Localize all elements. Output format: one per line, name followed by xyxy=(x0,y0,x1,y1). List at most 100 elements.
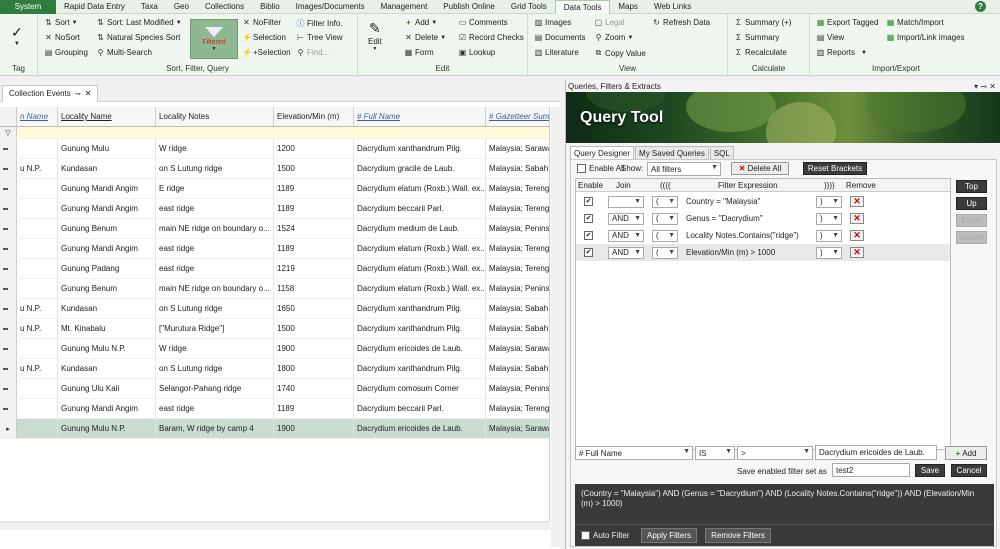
table-cell[interactable]: 1740 xyxy=(274,379,354,398)
table-cell[interactable]: Gunung Benum xyxy=(58,219,156,238)
table-cell[interactable]: Malaysia; Sabah; xyxy=(486,159,549,178)
table-cell[interactable] xyxy=(17,379,58,398)
refresh-data-button[interactable]: ↻ Refresh Data xyxy=(652,18,710,27)
table-cell[interactable]: 1500 xyxy=(274,319,354,338)
table-cell[interactable]: W ridge xyxy=(156,139,274,158)
table-cell[interactable]: Gunung Padang xyxy=(58,259,156,278)
table-cell[interactable]: Malaysia; Sabah; xyxy=(486,319,549,338)
show-filter-select[interactable]: All filters ▼ xyxy=(647,162,721,176)
table-cell[interactable]: Malaysia; Tereng xyxy=(486,239,549,258)
save-button[interactable]: Save xyxy=(915,464,945,477)
filter-expression[interactable]: Elevation/Min (m) > 1000 xyxy=(686,244,775,261)
field-select[interactable]: # Full Name ▼ xyxy=(575,446,693,460)
table-row[interactable]: Gunung Mandi Angim east ridge 1189 Dacrydiu… xyxy=(0,239,549,259)
table-cell[interactable]: Dacrydium gracile de Laub. xyxy=(354,159,486,178)
table-cell[interactable]: Gunung Ulu Kali xyxy=(58,379,156,398)
table-cell[interactable]: Baram, W ridge by camp 4 xyxy=(156,419,274,438)
table-cell[interactable]: 1650 xyxy=(274,299,354,318)
column-header[interactable]: Locality Notes xyxy=(156,107,274,126)
documents-button[interactable]: ▤ Documents xyxy=(534,33,586,42)
nosort-button[interactable]: ✕ NoSort xyxy=(44,33,80,42)
table-cell[interactable]: 1900 xyxy=(274,419,354,438)
tab-collection-events[interactable]: Collection Events ⊸ ✕ xyxy=(2,85,99,102)
table-cell[interactable]: Dacrydium xanthandrum Pilg. xyxy=(354,139,486,158)
enable-all-toggle[interactable]: Enable All xyxy=(577,164,625,173)
remove-filter-icon[interactable]: ✕ xyxy=(850,230,864,241)
filter-expression[interactable]: Locality Notes.Contains("ridge") xyxy=(686,227,799,244)
filter-row[interactable]: ✔ AND ▼ (▼ Genus = "Dacrydium") ▼ ✕ xyxy=(576,210,950,227)
form-button[interactable]: ▦ Form xyxy=(404,48,434,57)
table-cell[interactable]: Gunung Benum xyxy=(58,279,156,298)
move-up-button[interactable]: Up xyxy=(956,197,987,210)
summary-plus-button[interactable]: Σ Summary (+) xyxy=(734,18,791,27)
table-cell[interactable]: on S Lutung ridge xyxy=(156,159,274,178)
plus-selection-button[interactable]: ⚡ +Selection xyxy=(242,48,291,57)
table-cell[interactable]: Dacrydium xanthandrum Pilg. xyxy=(354,299,486,318)
images-button[interactable]: ▨ Images xyxy=(534,18,572,27)
filter-row[interactable]: ✔ AND ▼ (▼ Elevation/Min (m) > 1000) ▼ ✕ xyxy=(576,244,950,261)
open-bracket-select[interactable]: (▼ xyxy=(652,229,678,242)
table-cell[interactable]: 1524 xyxy=(274,219,354,238)
table-cell[interactable]: u N.P. xyxy=(17,159,58,178)
edit-button[interactable]: ✎ Edit ▼ xyxy=(368,20,382,52)
table-row[interactable]: Gunung Mandi Angim east ridge 1189 Dacrydiu… xyxy=(0,199,549,219)
row-indicator[interactable] xyxy=(0,199,17,218)
row-indicator[interactable] xyxy=(0,299,17,318)
table-cell[interactable] xyxy=(17,259,58,278)
table-row[interactable]: Gunung Mulu N.P. W ridge 1900 Dacrydium eri… xyxy=(0,339,549,359)
table-cell[interactable] xyxy=(17,199,58,218)
table-cell[interactable] xyxy=(17,139,58,158)
pin-icon[interactable]: ⊸ xyxy=(980,82,987,91)
import-link-images-button[interactable]: ▦ Import/Link images xyxy=(886,33,965,42)
join-select[interactable]: ▼ xyxy=(608,195,644,208)
column-header[interactable]: Elevation/Min (m) xyxy=(274,107,354,126)
menu-publish-online[interactable]: Publish Online xyxy=(435,0,503,14)
table-cell[interactable]: east ridge xyxy=(156,259,274,278)
table-cell[interactable]: 1189 xyxy=(274,179,354,198)
table-cell[interactable]: Malaysia; Tereng xyxy=(486,179,549,198)
sort-button[interactable]: ⇅ Sort ▼ xyxy=(44,18,77,27)
current-row-arrow-icon[interactable]: ▸ xyxy=(0,419,17,438)
table-cell[interactable]: 1200 xyxy=(274,139,354,158)
table-cell[interactable]: Malaysia; Peninsu xyxy=(486,279,549,298)
chevron-down-icon[interactable]: ▾ xyxy=(974,82,978,91)
table-cell[interactable]: Gunung Mulu N.P. xyxy=(58,339,156,358)
table-cell[interactable] xyxy=(17,399,58,418)
table-row[interactable]: u N.P. Kundasan on S Lutung ridge 1800 Dacry… xyxy=(0,359,549,379)
table-cell[interactable]: Gunung Mandi Angim xyxy=(58,179,156,198)
move-down-button[interactable]: Down xyxy=(956,214,987,227)
menu-data-tools[interactable]: Data Tools xyxy=(554,0,611,14)
table-cell[interactable]: east ridge xyxy=(156,399,274,418)
close-bracket-select[interactable]: ) ▼ xyxy=(816,246,842,259)
auto-filter-checkbox[interactable] xyxy=(581,531,590,540)
table-row[interactable]: u N.P. Kundasan on S Lutung ridge 1650 Dacry… xyxy=(0,299,549,319)
filter-enable-checkbox[interactable]: ✔ xyxy=(584,248,593,257)
table-cell[interactable] xyxy=(17,419,58,438)
table-cell[interactable]: 1189 xyxy=(274,199,354,218)
table-cell[interactable] xyxy=(17,179,58,198)
table-cell[interactable]: on S Lutung ridge xyxy=(156,299,274,318)
table-cell[interactable]: Dacrydium ericoides de Laub. xyxy=(354,419,486,438)
table-row[interactable]: u N.P. Kundasan on S Lutung ridge 1500 Dacry… xyxy=(0,159,549,179)
table-cell[interactable]: 1158 xyxy=(274,279,354,298)
table-cell[interactable]: Gunung Mandi Angim xyxy=(58,399,156,418)
multi-search-button[interactable]: ⚲ Multi-Search xyxy=(96,48,152,57)
filter-row[interactable]: ✔ AND ▼ (▼ Locality Notes.Contains("ridge"))… xyxy=(576,227,950,244)
add-button[interactable]: + Add ▼ xyxy=(404,18,437,27)
table-cell[interactable]: 1189 xyxy=(274,399,354,418)
operator-select[interactable]: IS ▼ xyxy=(695,446,735,460)
column-header[interactable]: # Gazetteer Summ xyxy=(486,107,549,126)
table-row[interactable]: Gunung Ulu Kali Selangor-Pahang ridge 1740… xyxy=(0,379,549,399)
table-cell[interactable]: Malaysia; Peninsu xyxy=(486,219,549,238)
horizontal-scrollbar[interactable] xyxy=(0,521,550,530)
grouping-button[interactable]: ▤ Grouping xyxy=(44,48,88,57)
copy-value-button[interactable]: ⧉ Copy Value xyxy=(594,48,646,58)
table-cell[interactable]: W ridge xyxy=(156,339,274,358)
table-cell[interactable]: Gunung Mulu N.P. xyxy=(58,419,156,438)
nofilter-button[interactable]: ✕ NoFilter xyxy=(242,18,281,27)
tree-view-button[interactable]: ⊢ Tree View xyxy=(296,33,343,42)
table-cell[interactable]: main NE ridge on boundary o... xyxy=(156,219,274,238)
menu-maps[interactable]: Maps xyxy=(610,0,646,14)
value-input[interactable]: Dacrydium ericoides de Laub. xyxy=(815,445,937,460)
row-indicator[interactable] xyxy=(0,139,17,158)
